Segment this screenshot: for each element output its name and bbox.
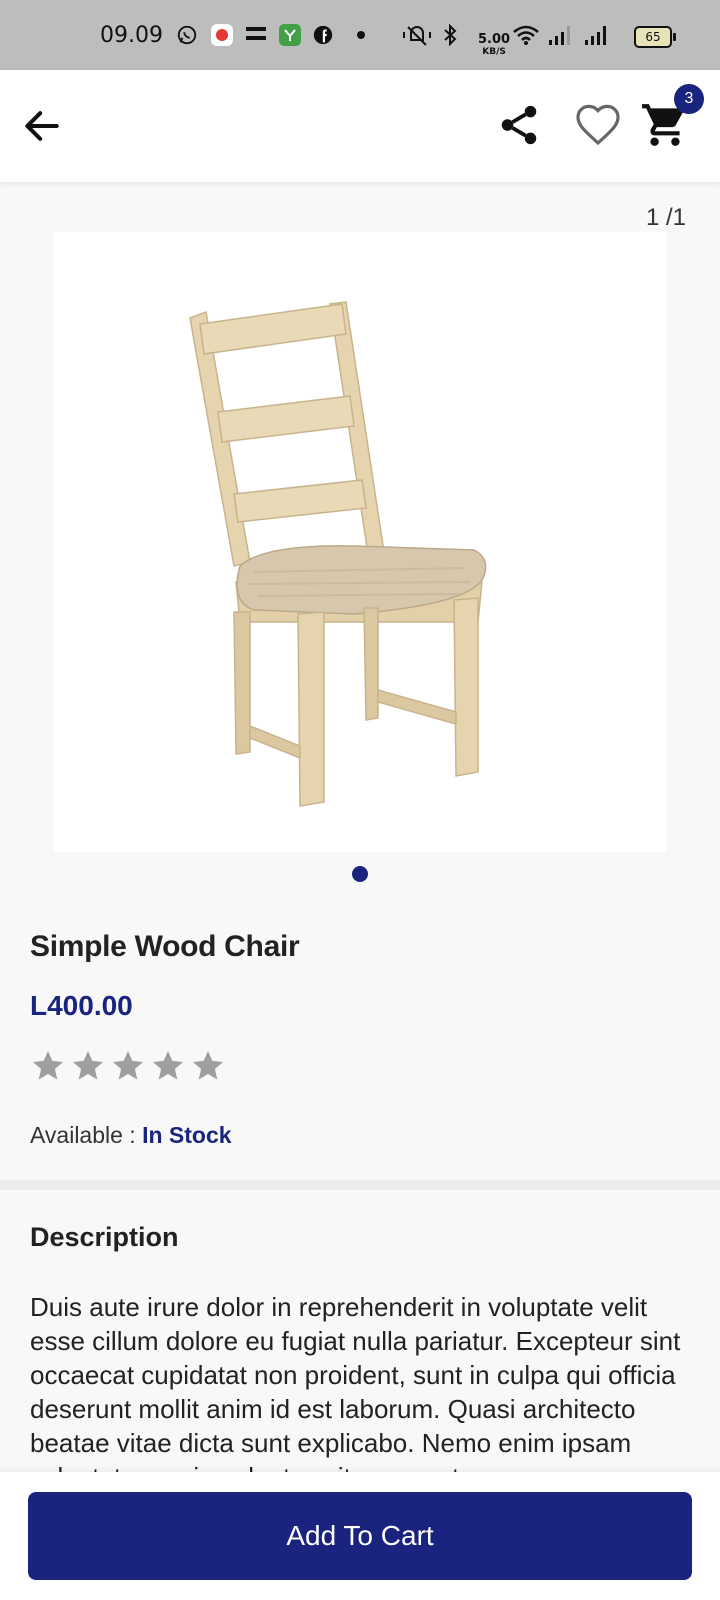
star-icon[interactable] [150, 1048, 186, 1084]
whatsapp-icon [177, 25, 197, 45]
chair-illustration [189, 301, 487, 807]
carousel-dot-active[interactable] [352, 866, 368, 882]
availability-label: Available : [30, 1122, 143, 1148]
star-icon[interactable] [30, 1048, 66, 1084]
rating-stars[interactable] [30, 1048, 226, 1084]
facebook-icon [313, 25, 333, 45]
status-bar: 09.09 5.00 KB/S 65 [0, 0, 720, 70]
availability-value: In Stock [142, 1122, 232, 1148]
availability: Available : In Stock [30, 1122, 232, 1149]
dot-icon [357, 31, 365, 39]
description-text: Duis aute irure dolor in reprehenderit i… [30, 1292, 681, 1472]
share-icon[interactable] [496, 102, 542, 148]
section-divider [0, 1180, 720, 1190]
wifi-icon [513, 25, 539, 45]
signal-icon [585, 26, 606, 45]
star-icon[interactable] [110, 1048, 146, 1084]
cart-count-badge: 3 [674, 84, 704, 114]
bottom-bar: Add To Cart [0, 1472, 720, 1600]
app-red-icon [211, 24, 233, 46]
signal-icon [549, 26, 570, 45]
battery-icon: 65 [634, 26, 676, 48]
mute-icon [403, 26, 431, 46]
star-icon[interactable] [70, 1048, 106, 1084]
temu-icon [246, 27, 266, 40]
add-to-cart-button[interactable]: Add To Cart [28, 1492, 692, 1580]
product-title: Simple Wood Chair [30, 930, 300, 963]
star-icon[interactable] [190, 1048, 226, 1084]
heart-icon[interactable] [574, 102, 622, 150]
green-app-icon [279, 24, 301, 46]
network-speed-value: 5.00 [478, 32, 511, 47]
network-speed-unit: KB/S [482, 47, 506, 57]
product-image[interactable] [54, 232, 666, 852]
bluetooth-icon [444, 24, 457, 46]
network-speed: 5.00 KB/S [478, 32, 511, 58]
status-time: 09.09 [100, 22, 163, 48]
product-price: L400.00 [30, 990, 133, 1021]
description-heading: Description [30, 1222, 179, 1252]
back-arrow-icon[interactable] [20, 104, 64, 148]
image-counter: 1 /1 [645, 204, 686, 231]
app-bar: 3 [0, 70, 720, 182]
